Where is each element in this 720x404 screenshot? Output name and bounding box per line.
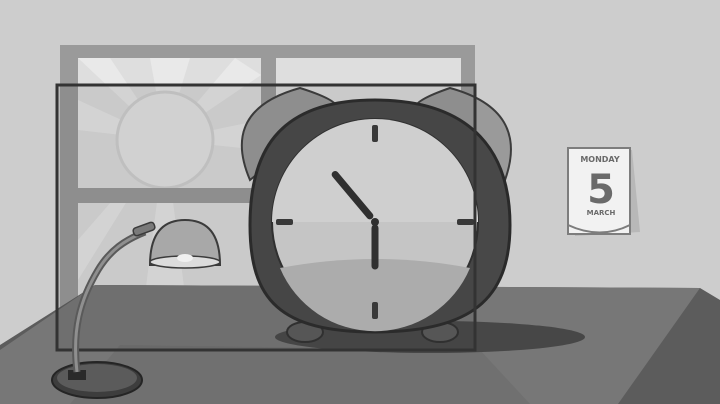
overlay-frame — [55, 83, 477, 352]
calendar-day: 5 — [587, 167, 615, 213]
calendar-month: MARCH — [587, 209, 616, 217]
cartoon-scene: MONDAY 5 MARCH — [0, 0, 720, 404]
calendar-weekday: MONDAY — [580, 155, 620, 164]
tear-off-calendar-icon: MONDAY 5 MARCH — [567, 147, 640, 236]
